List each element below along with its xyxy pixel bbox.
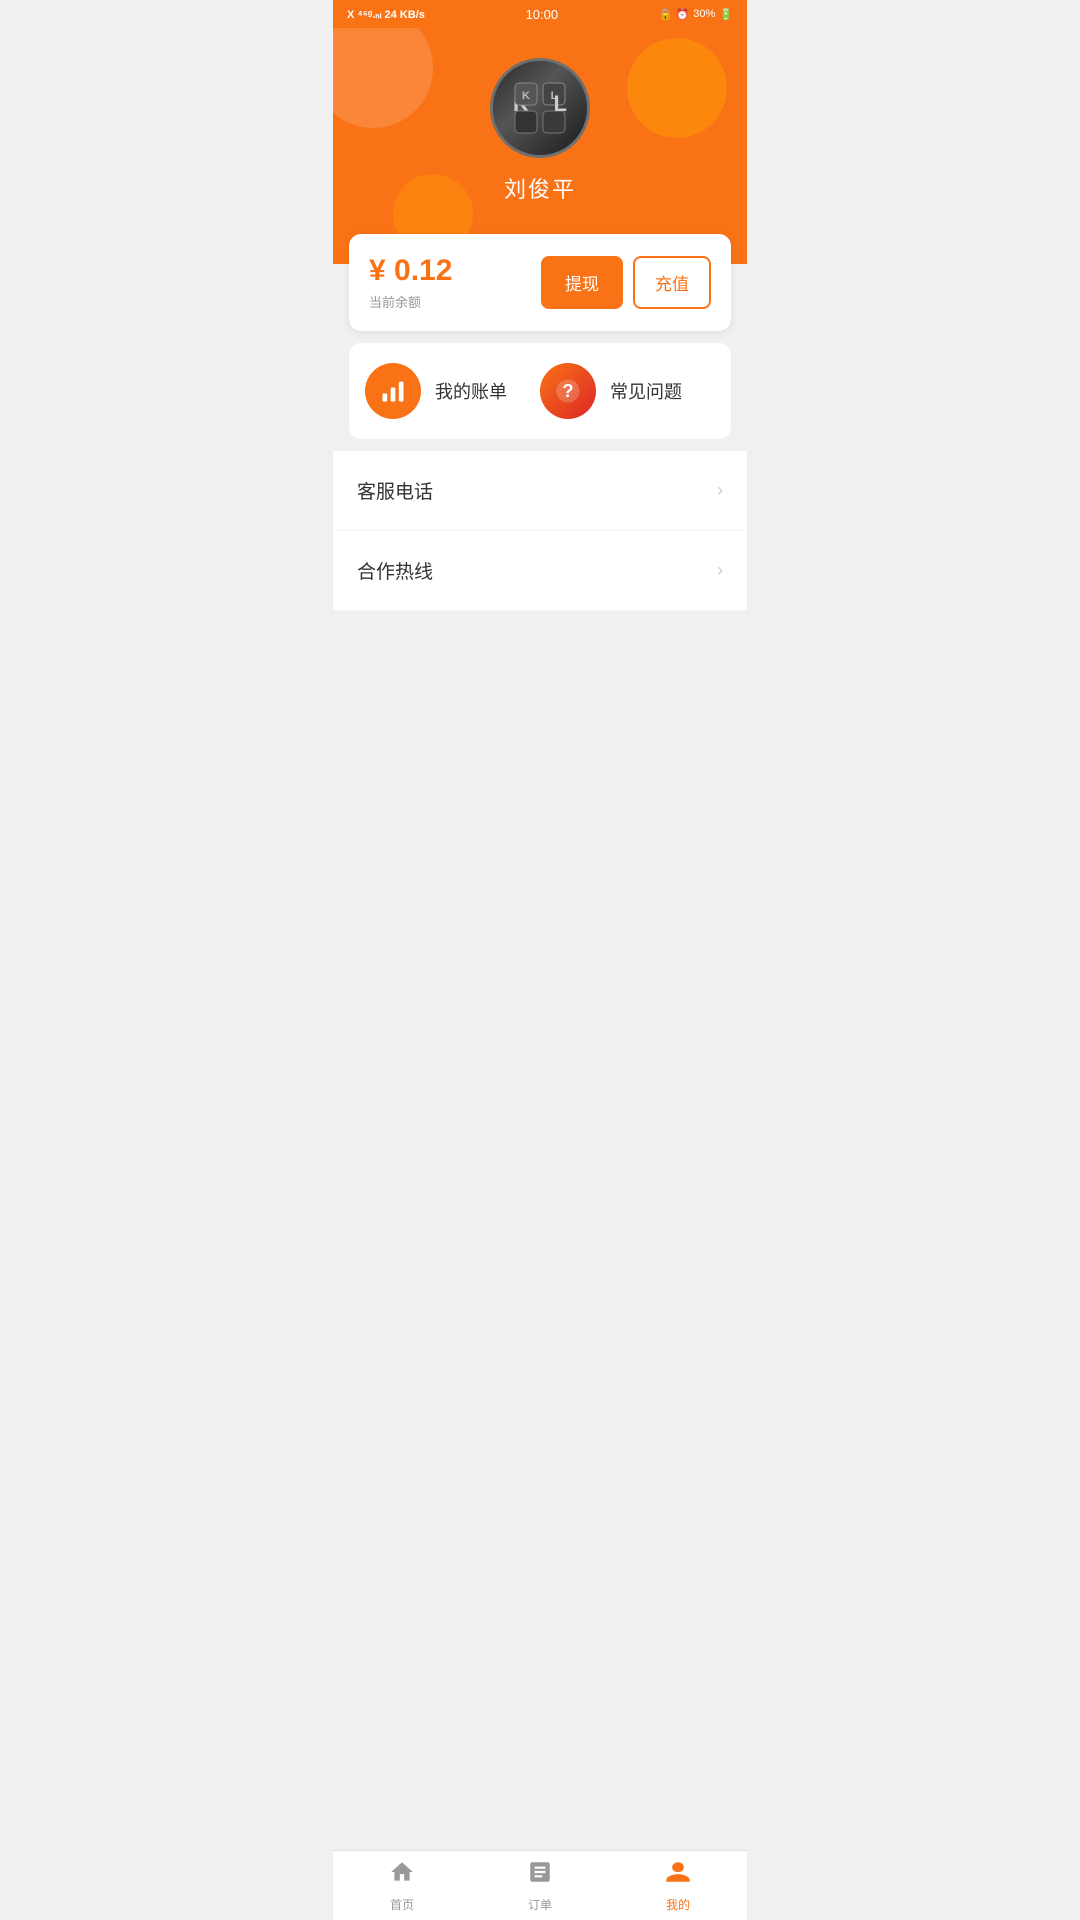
balance-actions: 提现 充值 — [541, 256, 711, 309]
orders-icon — [527, 1859, 553, 1892]
nav-orders[interactable]: 订单 — [471, 1851, 609, 1920]
menu-item-faq[interactable]: ? 常见问题 — [540, 363, 715, 419]
status-time: 10:00 — [526, 7, 559, 22]
balance-amount: ¥ 0.12 — [369, 254, 452, 288]
chevron-right-icon: › — [717, 480, 723, 501]
bottom-nav: 首页 订单 我的 — [333, 1850, 747, 1920]
nav-home[interactable]: 首页 — [333, 1851, 471, 1920]
menu-item-billing[interactable]: 我的账单 — [365, 363, 540, 419]
blob-1 — [333, 28, 433, 128]
cooperation-hotline-item[interactable]: 合作热线 › — [333, 531, 747, 611]
avatar[interactable]: K L — [490, 58, 590, 158]
chevron-right-icon-2: › — [717, 560, 723, 581]
nav-mine[interactable]: 我的 — [609, 1851, 747, 1920]
faq-label: 常见问题 — [610, 378, 682, 404]
status-bar: X ⁴⁶ᵍ.ₙₗ 24 KB/s 10:00 🔒 ⏰ 30% 🔋 — [333, 0, 747, 28]
profile-header: K L 刘俊平 — [333, 28, 747, 264]
nav-orders-label: 订单 — [528, 1896, 552, 1913]
svg-text:K: K — [522, 90, 530, 102]
nav-mine-label: 我的 — [666, 1896, 690, 1913]
withdraw-button[interactable]: 提现 — [541, 256, 623, 309]
nav-home-label: 首页 — [390, 1896, 414, 1913]
home-icon — [389, 1859, 415, 1892]
svg-text:L: L — [551, 90, 558, 102]
status-signal: X ⁴⁶ᵍ.ₙₗ 24 KB/s — [347, 8, 425, 21]
blob-2 — [627, 38, 727, 138]
billing-label: 我的账单 — [435, 378, 507, 404]
customer-service-item[interactable]: 客服电话 › — [333, 451, 747, 531]
avatar-image: K L — [493, 61, 587, 155]
cooperation-hotline-label: 合作热线 — [357, 557, 433, 584]
menu-card: 我的账单 ? 常见问题 — [349, 343, 731, 439]
balance-card: ¥ 0.12 当前余额 提现 充值 — [349, 234, 731, 331]
customer-service-label: 客服电话 — [357, 477, 433, 504]
billing-icon — [365, 363, 421, 419]
recharge-button[interactable]: 充值 — [633, 256, 711, 309]
mine-icon — [665, 1859, 691, 1892]
balance-info: ¥ 0.12 当前余额 — [369, 254, 452, 311]
faq-icon: ? — [540, 363, 596, 419]
username: 刘俊平 — [504, 172, 576, 204]
status-battery: 🔒 ⏰ 30% 🔋 — [659, 8, 733, 21]
svg-text:?: ? — [562, 380, 573, 401]
balance-label: 当前余额 — [369, 292, 452, 311]
